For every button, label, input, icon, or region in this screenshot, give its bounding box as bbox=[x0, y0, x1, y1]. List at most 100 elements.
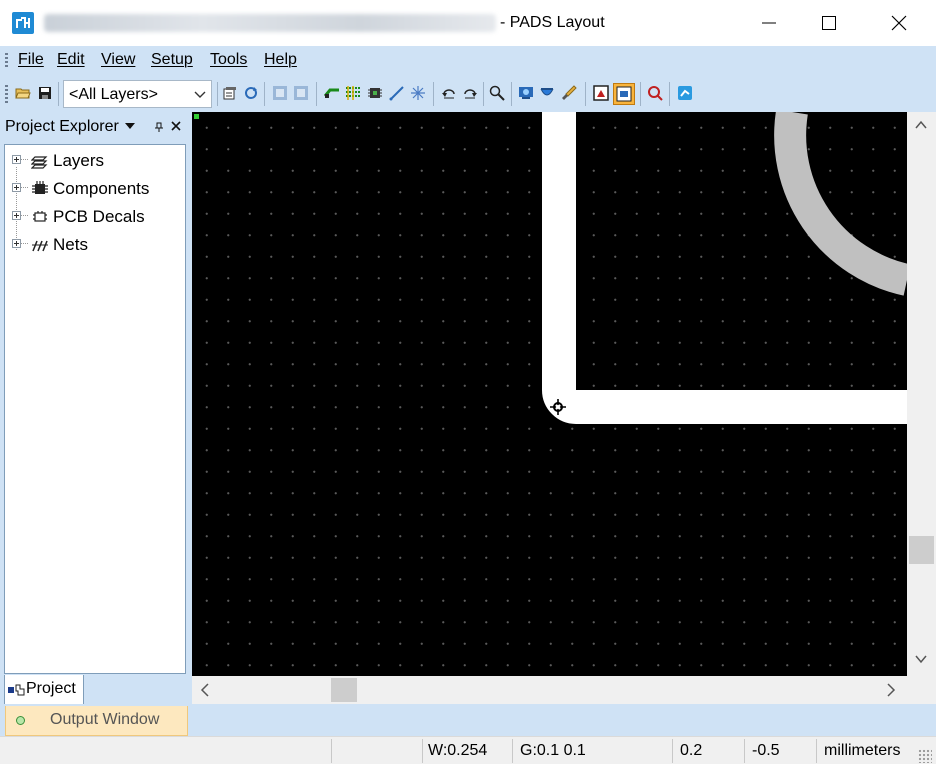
display-icon[interactable] bbox=[593, 85, 609, 101]
layer-select[interactable]: <All Layers> bbox=[63, 80, 212, 108]
vertical-scroll-thumb[interactable] bbox=[909, 536, 934, 564]
maximize-icon bbox=[822, 16, 836, 30]
project-icon bbox=[8, 684, 25, 696]
scrollbar-corner bbox=[907, 676, 936, 704]
tree-item-nets[interactable]: Nets bbox=[5, 233, 185, 257]
pin-icon[interactable] bbox=[154, 122, 164, 132]
layers-icon bbox=[31, 156, 48, 169]
save-icon[interactable] bbox=[37, 85, 53, 101]
toolbar-separator bbox=[58, 82, 59, 106]
project-tab-label: Project bbox=[26, 680, 76, 697]
verify-icon[interactable] bbox=[647, 85, 663, 101]
explorer-title: Project Explorer bbox=[5, 118, 119, 135]
tree-item-layers[interactable]: Layers bbox=[5, 149, 185, 173]
maximize-button[interactable] bbox=[806, 0, 852, 46]
chevron-down-icon[interactable] bbox=[915, 654, 927, 664]
minimize-button[interactable] bbox=[746, 0, 792, 46]
spread-icon[interactable] bbox=[410, 85, 426, 101]
view-icon[interactable] bbox=[518, 85, 534, 101]
menu-tools[interactable]: Tools bbox=[210, 51, 247, 69]
tree-item-components[interactable]: Components bbox=[5, 177, 185, 201]
open-folder-icon[interactable] bbox=[15, 85, 31, 101]
tree-item-pcb-decals[interactable]: PCB Decals bbox=[5, 205, 185, 229]
menu-bar: File Edit View Setup Tools Help bbox=[0, 46, 936, 76]
undo-icon[interactable] bbox=[441, 85, 457, 101]
project-tree: Layers Components PCB Decals Nets bbox=[4, 144, 186, 674]
status-x-coordinate: 0.2 bbox=[680, 742, 703, 759]
expand-icon[interactable] bbox=[12, 211, 21, 220]
status-grid: G:0.1 0.1 bbox=[520, 742, 586, 759]
project-explorer-panel: Project Explorer Layers Components PCB D… bbox=[0, 112, 192, 705]
output-bar: Output Window bbox=[0, 704, 936, 736]
component-icon[interactable] bbox=[367, 85, 383, 101]
toolbar-separator bbox=[511, 82, 512, 106]
pads-layout-icon[interactable] bbox=[12, 12, 34, 34]
menu-help[interactable]: Help bbox=[264, 51, 297, 69]
toolbar-grip-handle[interactable] bbox=[5, 85, 8, 103]
connect-icon[interactable] bbox=[389, 85, 405, 101]
origin-marker bbox=[194, 114, 199, 119]
close-icon bbox=[891, 15, 907, 31]
output-status-icon bbox=[16, 716, 25, 725]
decal-icon bbox=[33, 211, 47, 222]
tree-item-label: Layers bbox=[53, 151, 105, 170]
highlight-icon[interactable] bbox=[539, 85, 555, 101]
paste-icon[interactable] bbox=[293, 85, 309, 101]
project-tab[interactable]: Project bbox=[4, 675, 84, 705]
tree-item-label: Nets bbox=[53, 235, 88, 254]
properties-icon[interactable] bbox=[222, 85, 238, 101]
router-icon[interactable] bbox=[677, 85, 693, 101]
close-icon[interactable] bbox=[171, 121, 181, 131]
layer-select-value: <All Layers> bbox=[69, 86, 158, 103]
close-button[interactable] bbox=[876, 0, 922, 46]
toolbar-separator bbox=[433, 82, 434, 106]
component-icon bbox=[32, 181, 48, 194]
brush-icon[interactable] bbox=[561, 85, 577, 101]
pcb-canvas[interactable] bbox=[192, 112, 907, 676]
title-bar[interactable]: - PADS Layout bbox=[0, 0, 936, 46]
vertical-scrollbar[interactable] bbox=[907, 112, 936, 676]
expand-icon[interactable] bbox=[12, 155, 21, 164]
horizontal-scrollbar[interactable] bbox=[192, 676, 907, 704]
expand-icon[interactable] bbox=[12, 183, 21, 192]
tree-item-label: PCB Decals bbox=[53, 207, 145, 226]
status-y-coordinate: -0.5 bbox=[752, 742, 780, 759]
route-icon[interactable] bbox=[324, 85, 340, 101]
output-window-label: Output Window bbox=[50, 711, 160, 728]
tree-item-label: Components bbox=[53, 179, 150, 198]
expand-icon[interactable] bbox=[12, 239, 21, 248]
chevron-left-icon[interactable] bbox=[200, 683, 210, 697]
menu-setup[interactable]: Setup bbox=[151, 51, 193, 69]
board-outline-arc bbox=[774, 112, 907, 296]
toolbar-separator bbox=[217, 82, 218, 106]
toolbar-separator bbox=[640, 82, 641, 106]
menu-edit[interactable]: Edit bbox=[57, 51, 85, 69]
minimize-icon bbox=[762, 22, 776, 24]
nets-icon[interactable] bbox=[345, 85, 361, 101]
toolbar-separator bbox=[316, 82, 317, 106]
chevron-right-icon[interactable] bbox=[886, 683, 896, 697]
toolbar-separator bbox=[585, 82, 586, 106]
chevron-up-icon[interactable] bbox=[915, 120, 927, 130]
toolbar-separator bbox=[669, 82, 670, 106]
window-title: - PADS Layout bbox=[500, 14, 605, 31]
chevron-down-icon bbox=[194, 91, 206, 98]
menu-file[interactable]: File bbox=[18, 51, 44, 69]
nets-icon bbox=[32, 240, 48, 252]
menu-grip-handle[interactable] bbox=[5, 53, 8, 69]
menu-view[interactable]: View bbox=[101, 51, 135, 69]
status-line-width: W:0.254 bbox=[428, 742, 488, 759]
redo-icon[interactable] bbox=[462, 85, 478, 101]
toolbar-separator bbox=[483, 82, 484, 106]
resize-grip-icon[interactable] bbox=[918, 749, 932, 763]
zoom-icon[interactable] bbox=[489, 85, 505, 101]
status-units: millimeters bbox=[824, 742, 901, 759]
output-window-tab[interactable]: Output Window bbox=[5, 706, 188, 736]
refresh-icon[interactable] bbox=[243, 85, 259, 101]
layer-mode-icon[interactable] bbox=[613, 83, 635, 105]
status-bar: W:0.254 G:0.1 0.1 0.2 -0.5 millimeters bbox=[0, 736, 936, 764]
blurred-file-name bbox=[44, 14, 496, 32]
horizontal-scroll-thumb[interactable] bbox=[331, 678, 357, 702]
menu-arrow-icon[interactable] bbox=[125, 122, 135, 130]
copy-icon[interactable] bbox=[272, 85, 288, 101]
